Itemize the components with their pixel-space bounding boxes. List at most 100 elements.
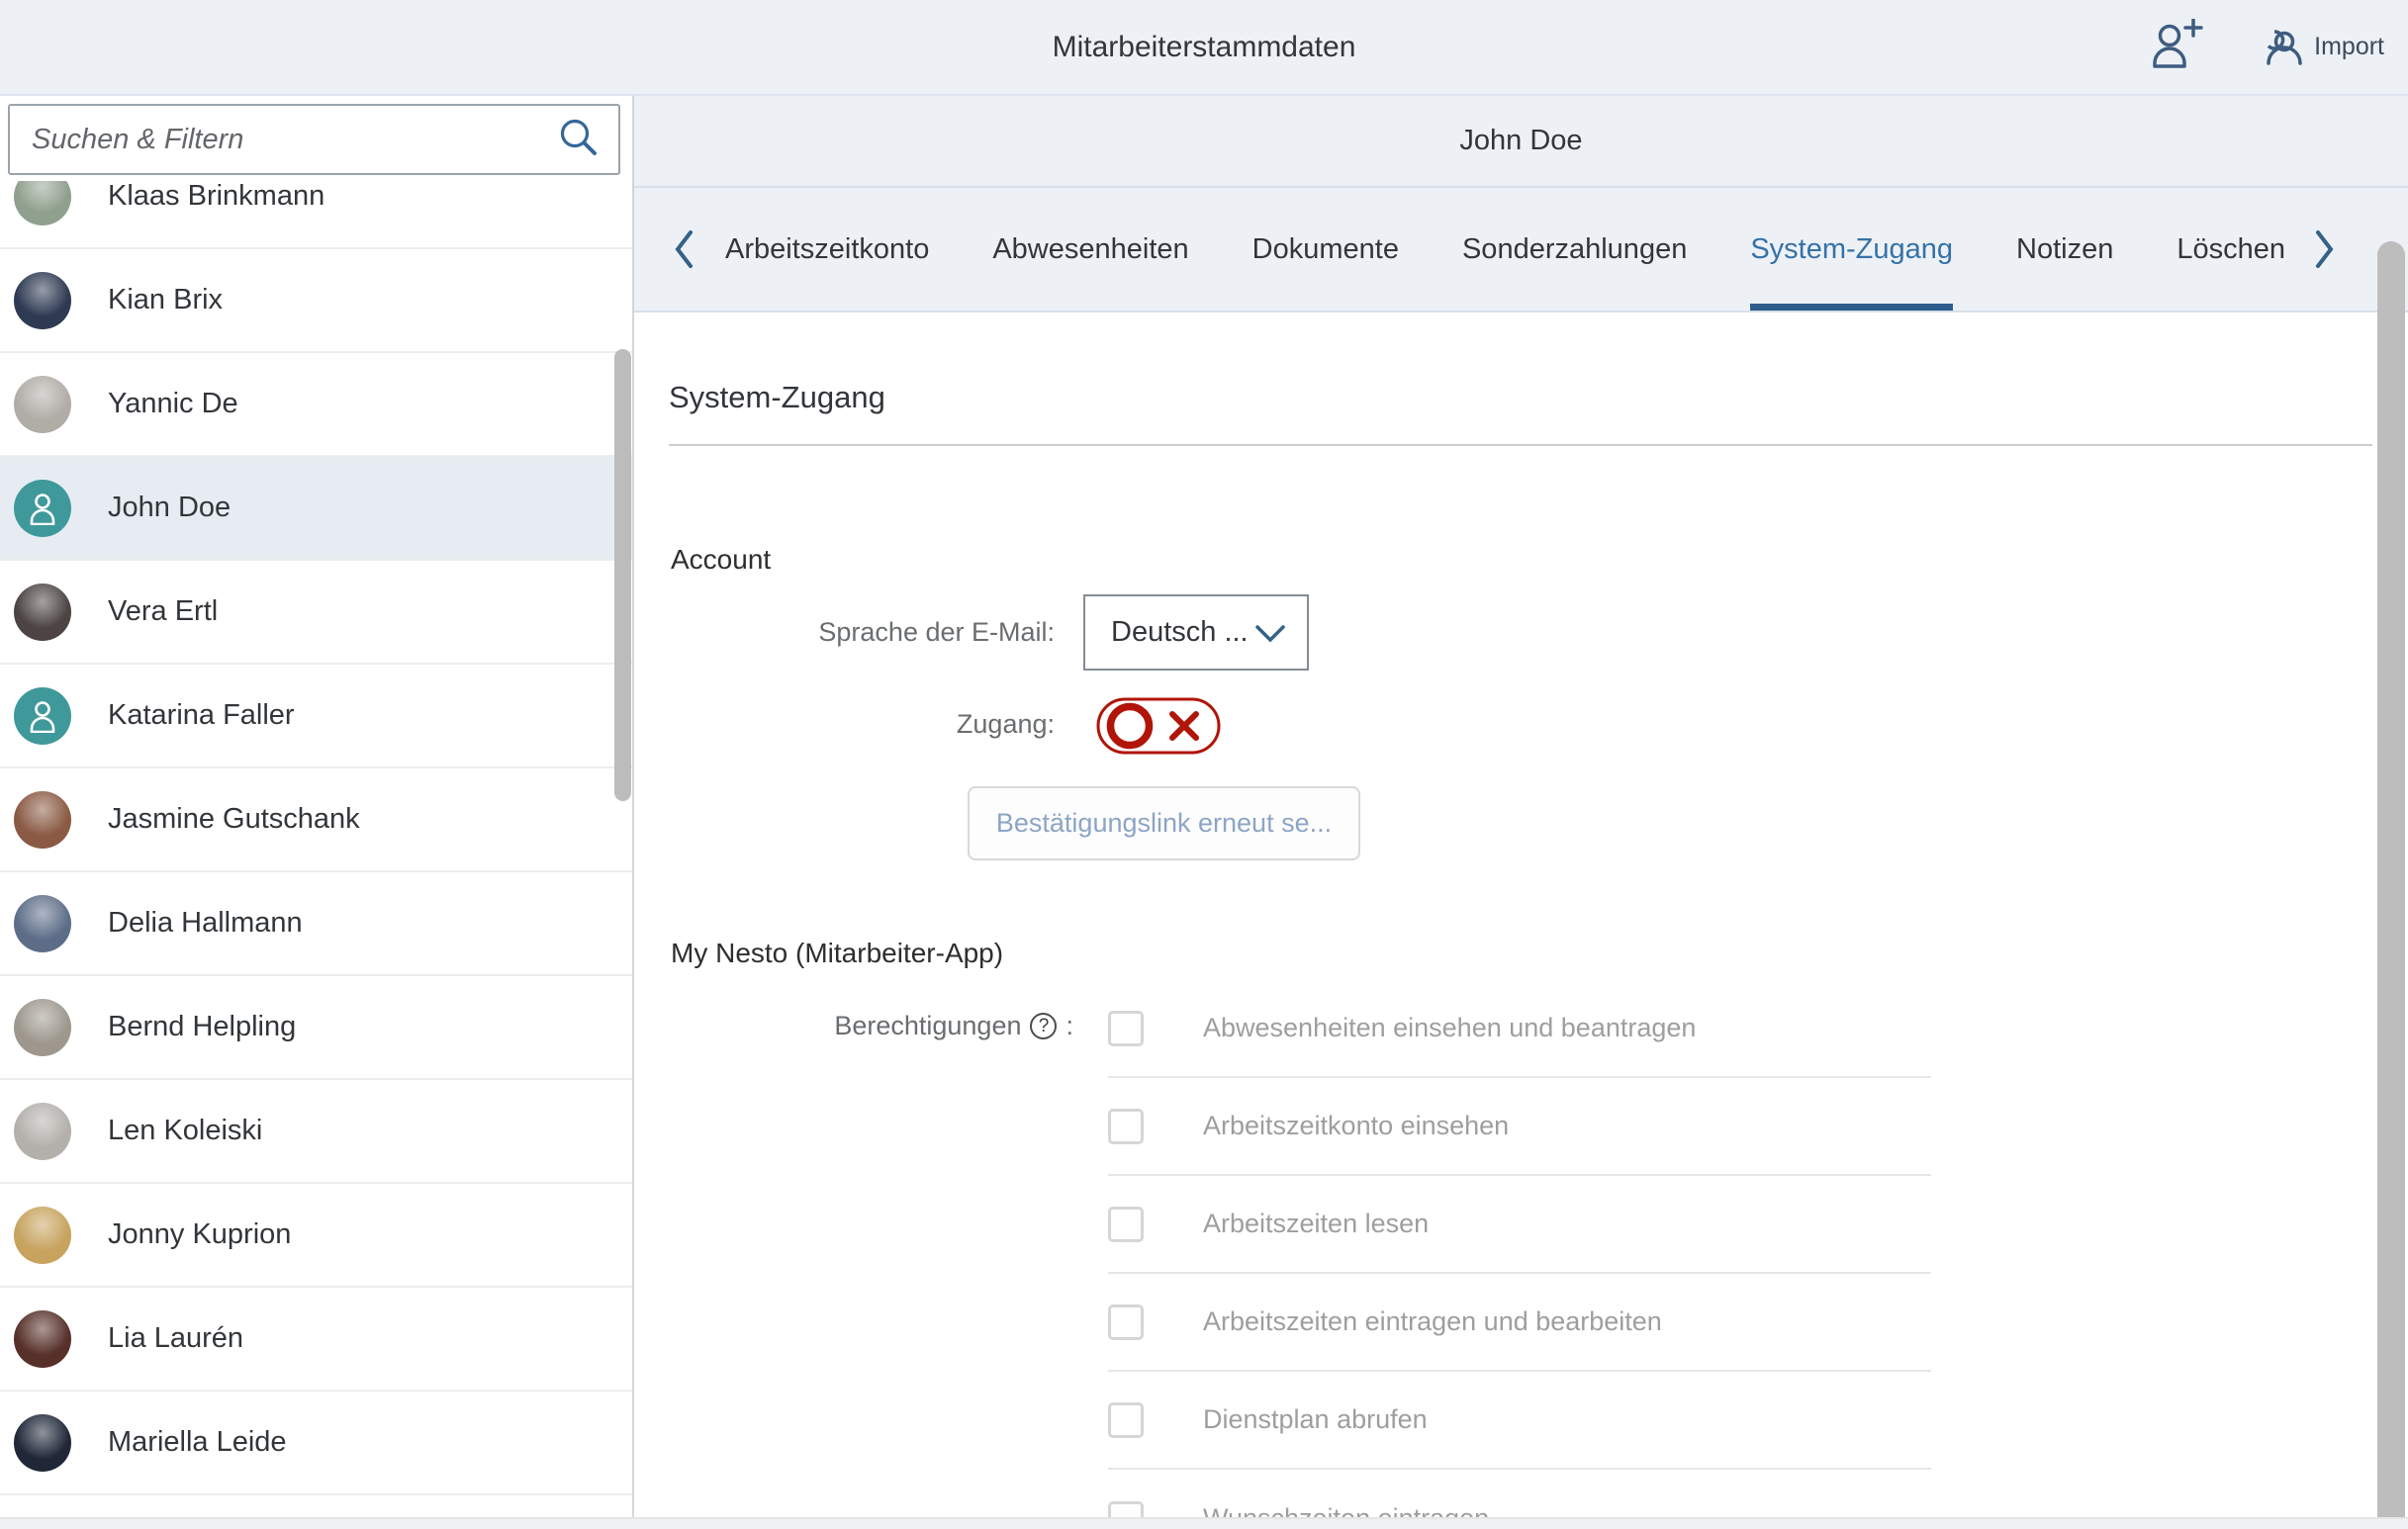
system-zugang-panel: System-Zugang Account Sprache der E-Mail… <box>634 313 2408 1529</box>
employee-list-item[interactable]: Bernd Helpling <box>0 976 632 1080</box>
employee-name: Katarina Faller <box>108 699 295 732</box>
photo-avatar <box>14 1103 71 1160</box>
photo-avatar <box>14 181 71 225</box>
app-header: Mitarbeiterstammdaten <box>0 0 2408 96</box>
photo-avatar <box>14 1414 71 1472</box>
help-icon[interactable]: ? <box>1030 1013 1057 1039</box>
tab-arbeitszeitkonto[interactable]: Arbeitszeitkonto <box>725 188 929 311</box>
employee-list-item[interactable]: Delia Hallmann <box>0 872 632 976</box>
section-title: System-Zugang <box>669 380 885 415</box>
employee-name: Lia Laurén <box>108 1322 243 1355</box>
employee-list-item[interactable]: Vera Ertl <box>0 561 632 665</box>
sidebar-scrollbar[interactable] <box>614 349 631 801</box>
photo-avatar <box>14 1310 71 1368</box>
tab-notizen[interactable]: Notizen <box>2016 188 2113 311</box>
permission-checkbox[interactable] <box>1108 1109 1144 1144</box>
photo-avatar <box>14 272 71 329</box>
email-language-select[interactable]: Deutsch ... <box>1083 594 1309 671</box>
employee-list-item[interactable]: Mariella Leide <box>0 1392 632 1495</box>
employee-list-item[interactable]: Katarina Faller <box>0 665 632 768</box>
tab-abwesenheiten[interactable]: Abwesenheiten <box>992 188 1188 311</box>
access-label: Zugang: <box>634 709 1055 740</box>
photo-avatar <box>14 584 71 641</box>
employee-list-item[interactable]: Jonny Kuprion <box>0 1184 632 1288</box>
toggle-off-icon <box>1096 697 1221 755</box>
tabs-scroll-right-icon[interactable] <box>2311 225 2339 273</box>
import-button[interactable]: Import <box>2255 22 2384 72</box>
email-language-label: Sprache der E-Mail: <box>634 617 1055 648</box>
employee-list: Klaas Brinkmann Kian Brix Yannic De John <box>0 181 632 1529</box>
employee-sidebar: Klaas Brinkmann Kian Brix Yannic De John <box>0 96 634 1529</box>
permissions-label-row: Berechtigungen ? : <box>634 1011 1073 1041</box>
email-language-value: Deutsch ... <box>1085 616 1253 649</box>
tab-sonderzahlungen[interactable]: Sonderzahlungen <box>1462 188 1687 311</box>
employee-name: Bernd Helpling <box>108 1011 296 1043</box>
account-heading: Account <box>671 544 771 576</box>
horizontal-scrollbar-track[interactable] <box>0 1517 2408 1529</box>
employee-name: Kian Brix <box>108 284 223 316</box>
employee-list-item[interactable]: Klaas Brinkmann <box>0 181 632 249</box>
employee-name: Vera Ertl <box>108 595 218 628</box>
permissions-label: Berechtigungen <box>834 1011 1021 1041</box>
person-plus-icon <box>2148 19 2203 75</box>
employee-name: Len Koleiski <box>108 1115 262 1147</box>
resend-confirmation-link-button[interactable]: Bestätigungslink erneut se... <box>968 786 1360 860</box>
main-panel: John Doe Arbeitszeitkonto Abwesenheiten … <box>634 96 2408 1529</box>
main-scrollbar[interactable] <box>2377 241 2405 1529</box>
employee-list-item[interactable]: John Doe <box>0 457 632 561</box>
employee-name: John Doe <box>108 492 231 524</box>
section-divider <box>669 444 2372 446</box>
employee-name: Mariella Leide <box>108 1426 287 1459</box>
tab-l-schen[interactable]: Löschen <box>2176 188 2285 311</box>
photo-avatar <box>14 376 71 433</box>
person-icon <box>28 699 57 733</box>
photo-avatar <box>14 1207 71 1264</box>
employee-name: Klaas Brinkmann <box>108 181 324 213</box>
search-icon[interactable] <box>557 116 601 164</box>
employee-name: Yannic De <box>108 388 238 420</box>
search-box <box>8 104 620 175</box>
permission-checkbox[interactable] <box>1108 1011 1144 1046</box>
tab-dokumente[interactable]: Dokumente <box>1252 188 1399 311</box>
photo-avatar <box>14 999 71 1056</box>
add-employee-button[interactable] <box>2148 19 2203 75</box>
import-label: Import <box>2314 33 2384 61</box>
person-placeholder-avatar <box>14 687 71 745</box>
employee-name: Jasmine Gutschank <box>108 803 360 836</box>
person-icon <box>28 492 57 525</box>
tab-bar: Arbeitszeitkonto Abwesenheiten Dokumente… <box>634 188 2408 313</box>
permission-row: Arbeitszeiten eintragen und bearbeiten <box>1108 1274 1931 1372</box>
permission-label: Arbeitszeitkonto einsehen <box>1203 1111 1509 1141</box>
permission-label: Abwesenheiten einsehen und beantragen <box>1203 1013 1696 1043</box>
employee-list-item[interactable]: Len Koleiski <box>0 1080 632 1184</box>
permission-label: Arbeitszeiten eintragen und bearbeiten <box>1203 1306 1662 1337</box>
selected-person-title: John Doe <box>634 96 2408 188</box>
my-nesto-heading: My Nesto (Mitarbeiter-App) <box>671 938 1003 969</box>
employee-name: Jonny Kuprion <box>108 1218 291 1251</box>
chevron-down-icon <box>1253 620 1287 646</box>
permissions-list: Abwesenheiten einsehen und beantragen Ar… <box>1108 980 1931 1529</box>
permissions-label-colon: : <box>1065 1011 1073 1041</box>
search-area <box>0 96 632 183</box>
search-input[interactable] <box>10 123 557 157</box>
employee-list-item[interactable]: Jasmine Gutschank <box>0 768 632 872</box>
mitarbeiterstammdaten-app: Mitarbeiterstammdaten <box>0 0 2408 1529</box>
tabs-scroll-left-icon[interactable] <box>670 225 697 273</box>
access-toggle-off[interactable] <box>1096 697 1221 760</box>
people-icon <box>2255 22 2304 72</box>
employee-list-item[interactable]: Yannic De <box>0 353 632 457</box>
permission-label: Arbeitszeiten lesen <box>1203 1209 1429 1239</box>
permission-checkbox[interactable] <box>1108 1207 1144 1242</box>
header-actions: Import <box>2148 0 2384 94</box>
permission-checkbox[interactable] <box>1108 1402 1144 1438</box>
permission-row: Dienstplan abrufen <box>1108 1372 1931 1470</box>
tab-system-zugang[interactable]: System-Zugang <box>1750 188 1953 311</box>
permission-row: Arbeitszeitkonto einsehen <box>1108 1078 1931 1176</box>
app-title: Mitarbeiterstammdaten <box>0 0 2408 94</box>
employee-name: Delia Hallmann <box>108 907 303 940</box>
photo-avatar <box>14 895 71 952</box>
permission-row: Abwesenheiten einsehen und beantragen <box>1108 980 1931 1078</box>
employee-list-item[interactable]: Kian Brix <box>0 249 632 353</box>
employee-list-item[interactable]: Lia Laurén <box>0 1288 632 1392</box>
permission-checkbox[interactable] <box>1108 1304 1144 1340</box>
